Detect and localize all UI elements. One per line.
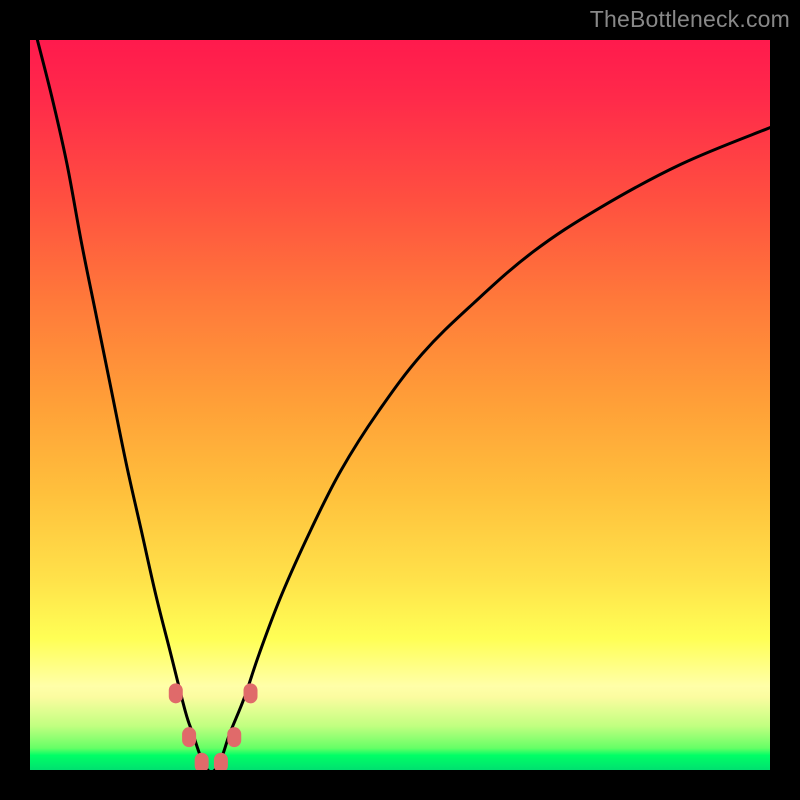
valley-marker xyxy=(169,683,183,703)
bottleneck-path xyxy=(37,40,770,770)
bottleneck-curve xyxy=(30,40,770,770)
valley-marker xyxy=(182,727,196,747)
chart-frame: TheBottleneck.com xyxy=(0,0,800,800)
valley-marker xyxy=(244,683,258,703)
valley-marker xyxy=(195,753,209,770)
valley-marker xyxy=(214,753,228,770)
valley-marker xyxy=(227,727,241,747)
watermark-text: TheBottleneck.com xyxy=(590,6,790,33)
plot-area xyxy=(30,40,770,770)
